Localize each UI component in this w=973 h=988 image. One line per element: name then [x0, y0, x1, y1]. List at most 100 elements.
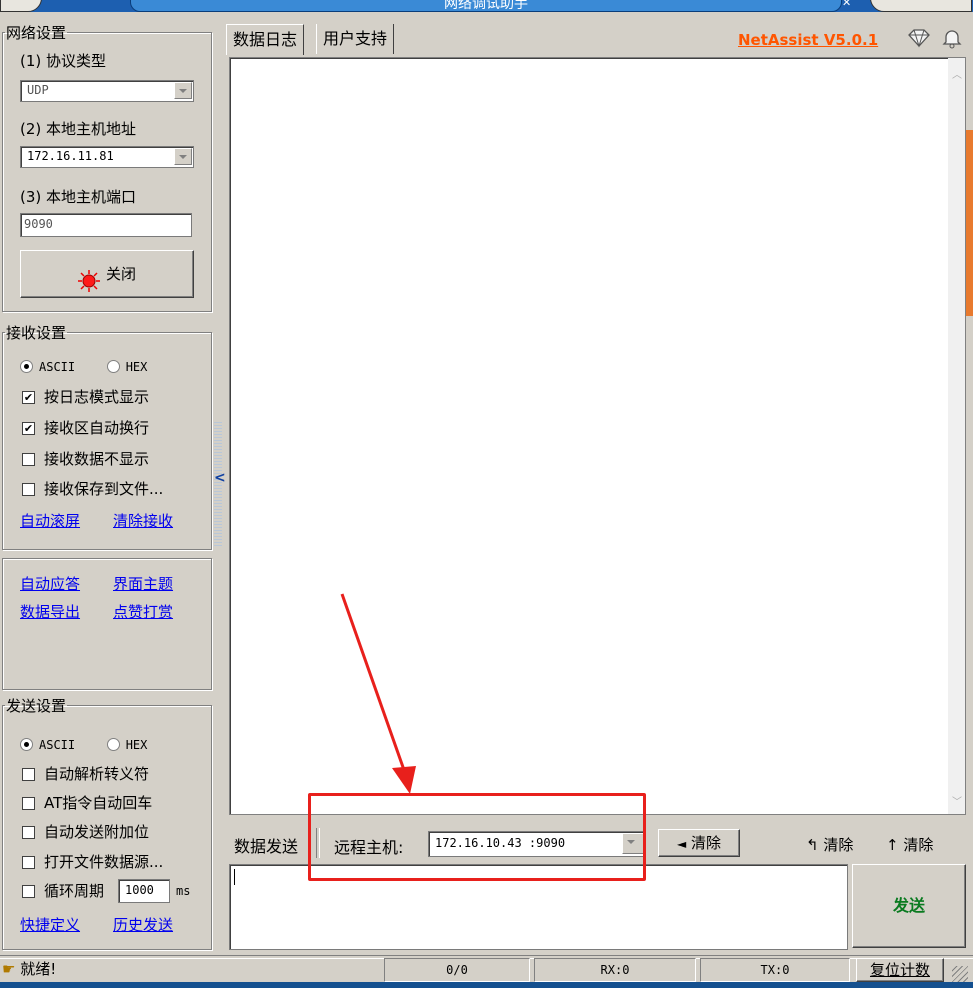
up-arrow-icon: ↑: [886, 836, 899, 854]
hide-data-checkbox[interactable]: [22, 453, 35, 466]
taskbar-strip: [0, 982, 973, 988]
diamond-icon[interactable]: [906, 28, 932, 52]
loop-period-input[interactable]: 1000: [118, 879, 170, 903]
export-link[interactable]: 数据导出: [20, 601, 80, 622]
status-ready-text: 就绪!: [20, 960, 57, 978]
close-connection-button[interactable]: 关闭: [20, 250, 194, 298]
at-cr-checkbox[interactable]: [22, 797, 35, 810]
text-cursor: [234, 869, 235, 885]
send-settings-legend: 发送设置: [6, 697, 67, 715]
open-file-option[interactable]: 打开文件数据源...: [22, 851, 163, 872]
hand-pointer-icon: ☛: [2, 960, 16, 978]
at-cr-label: AT指令自动回车: [44, 794, 153, 812]
local-port-input[interactable]: 9090: [20, 213, 192, 237]
resize-grip-icon[interactable]: [952, 966, 968, 982]
clear-send-button[interactable]: ↰ 清除: [806, 834, 853, 855]
log-mode-checkbox[interactable]: ✔: [22, 391, 35, 404]
status-ready: ☛ 就绪!: [2, 958, 56, 979]
window-controls[interactable]: [870, 0, 972, 12]
loop-option[interactable]: 循环周期: [22, 880, 104, 901]
protocol-select[interactable]: UDP: [20, 80, 194, 102]
parse-escape-checkbox[interactable]: [22, 768, 35, 781]
receive-mode-row: ASCII HEX: [20, 357, 147, 375]
status-rx: RX:0: [534, 958, 696, 982]
local-host-label: (2) 本地主机地址: [20, 120, 137, 138]
send-mode-row: ASCII HEX: [20, 735, 147, 753]
open-file-label: 打开文件数据源...: [44, 853, 164, 871]
loop-period-value: 1000: [125, 883, 154, 897]
tab-user-support[interactable]: 用户支持: [316, 24, 395, 54]
send-label: 数据发送: [234, 837, 299, 856]
at-cr-option[interactable]: AT指令自动回车: [22, 792, 152, 813]
log-mode-option[interactable]: ✔ 按日志模式显示: [22, 386, 149, 407]
clear-remote-button[interactable]: ◄ 清除: [658, 829, 740, 857]
receive-hex-label: HEX: [125, 360, 148, 374]
send-ascii-radio[interactable]: [20, 738, 33, 751]
receive-ascii-label: ASCII: [39, 360, 76, 374]
annotation-arrow-icon: [340, 593, 416, 794]
hide-data-option[interactable]: 接收数据不显示: [22, 448, 149, 469]
scroll-down-icon[interactable]: ﹀: [952, 793, 962, 808]
parse-escape-option[interactable]: 自动解析转义符: [22, 763, 149, 784]
log-mode-label: 按日志模式显示: [44, 388, 150, 406]
highlight-box: [308, 793, 646, 881]
auto-wrap-checkbox[interactable]: ✔: [22, 422, 35, 435]
version-link[interactable]: NetAssist V5.0.1: [738, 31, 878, 49]
chevron-down-icon[interactable]: [174, 148, 192, 165]
auto-scroll-link[interactable]: 自动滚屏: [20, 510, 80, 531]
send-hex-radio[interactable]: [106, 738, 120, 751]
save-file-checkbox[interactable]: [22, 483, 35, 496]
bell-icon[interactable]: [941, 27, 963, 53]
receive-ascii-radio[interactable]: [20, 360, 33, 373]
clear-receive-link[interactable]: 清除接收: [113, 510, 173, 531]
protocol-label: (1) 协议类型: [20, 52, 107, 70]
loop-unit-label: ms: [176, 884, 191, 898]
network-settings-legend: 网络设置: [6, 24, 67, 42]
append-check-checkbox[interactable]: [22, 826, 35, 839]
send-ascii-label: ASCII: [39, 738, 76, 752]
parse-escape-label: 自动解析转义符: [44, 765, 150, 783]
pin-icon[interactable]: ✕: [842, 0, 864, 10]
corner-arrow-icon: ↰: [806, 836, 819, 854]
clear-up-label: 清除: [903, 836, 934, 854]
append-check-label: 自动发送附加位: [44, 823, 150, 841]
append-check-option[interactable]: 自动发送附加位: [22, 821, 149, 842]
open-file-checkbox[interactable]: [22, 856, 35, 869]
donate-link[interactable]: 点赞打赏: [113, 601, 173, 622]
arrow-left-icon: ◄: [676, 837, 687, 851]
shortcuts-link[interactable]: 快捷定义: [20, 914, 80, 935]
local-host-select[interactable]: 172.16.11.81: [20, 146, 194, 168]
window-title: 网络调试助手: [130, 0, 842, 12]
side-accent-bar: [966, 130, 973, 316]
scroll-up-icon[interactable]: ︿: [952, 66, 962, 81]
chevron-left-icon[interactable]: <: [214, 470, 226, 486]
reset-counter-button[interactable]: 复位计数: [856, 958, 944, 982]
log-scrollbar[interactable]: ︿ ﹀: [948, 58, 965, 814]
local-host-value: 172.16.11.81: [27, 149, 114, 163]
local-port-label: (3) 本地主机端口: [20, 188, 137, 206]
send-button[interactable]: 发送: [852, 864, 966, 948]
clear-send-label: 清除: [823, 836, 854, 854]
save-file-option[interactable]: 接收保存到文件...: [22, 478, 163, 499]
red-light-icon: [77, 264, 100, 292]
send-hex-label: HEX: [125, 738, 148, 752]
history-link[interactable]: 历史发送: [113, 914, 173, 935]
clear-remote-label: 清除: [691, 834, 722, 852]
close-button-label: 关闭: [105, 265, 136, 283]
auto-wrap-option[interactable]: ✔ 接收区自动换行: [22, 417, 149, 438]
auto-reply-link[interactable]: 自动应答: [20, 573, 80, 594]
protocol-value: UDP: [27, 83, 49, 97]
loop-checkbox[interactable]: [22, 885, 35, 898]
clear-up-button[interactable]: ↑ 清除: [886, 834, 933, 855]
hide-data-label: 接收数据不显示: [44, 450, 150, 468]
title-bar: 网络调试助手 ✕: [0, 0, 973, 12]
chevron-down-icon[interactable]: [174, 82, 192, 99]
status-counter: 0/0: [384, 958, 530, 982]
auto-wrap-label: 接收区自动换行: [44, 419, 150, 437]
tab-data-log[interactable]: 数据日志: [226, 24, 305, 55]
status-tx: TX:0: [700, 958, 850, 982]
receive-hex-radio[interactable]: [106, 360, 120, 373]
loop-label: 循环周期: [44, 882, 105, 900]
app-menu-button[interactable]: [0, 0, 42, 12]
theme-link[interactable]: 界面主题: [113, 573, 173, 594]
